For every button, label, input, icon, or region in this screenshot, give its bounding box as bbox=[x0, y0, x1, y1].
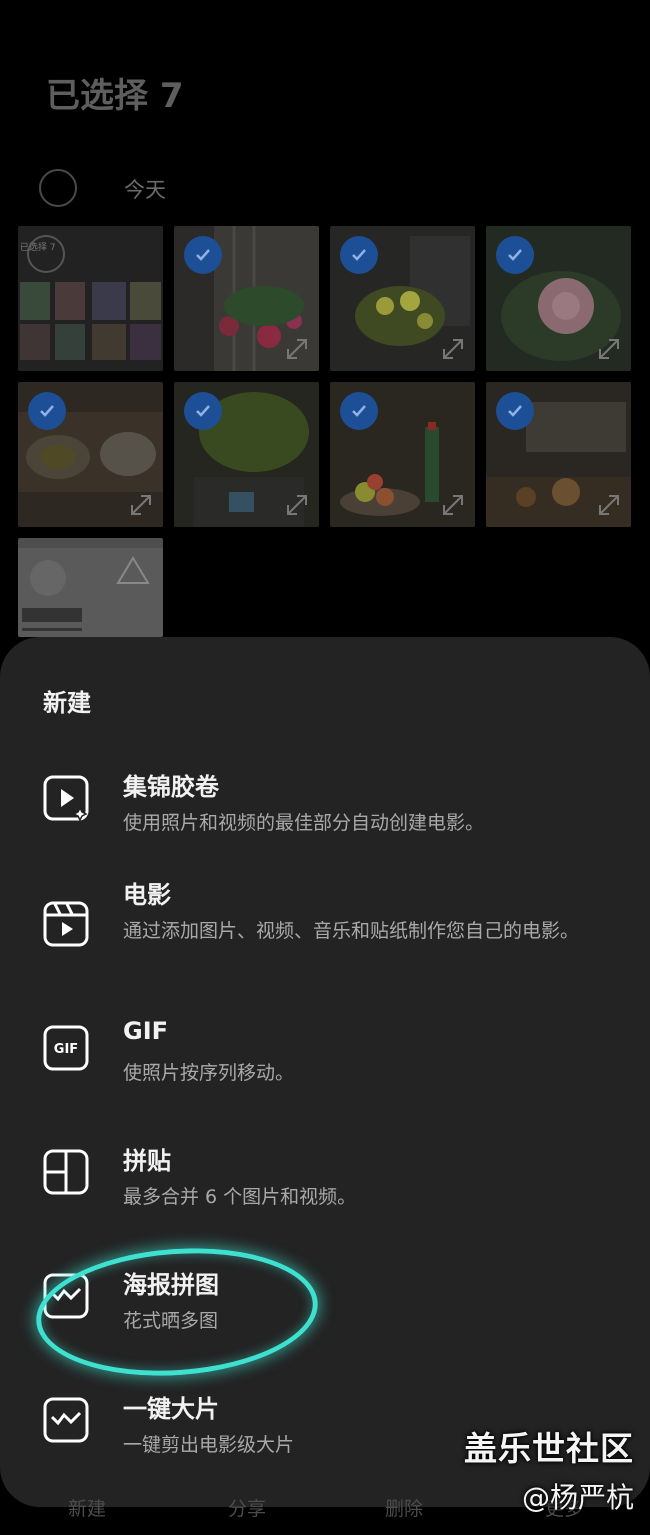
blockbuster-icon bbox=[43, 1397, 89, 1443]
nav-create[interactable]: 新建 bbox=[68, 1494, 106, 1521]
photo-thumbnail[interactable] bbox=[174, 226, 319, 371]
option-description: 通过添加图片、视频、音乐和贴纸制作您自己的电影。 bbox=[123, 920, 580, 942]
selected-check-icon[interactable] bbox=[184, 236, 222, 274]
selected-check-icon[interactable] bbox=[28, 392, 66, 430]
gif-icon-text: GIF bbox=[54, 1042, 78, 1057]
expand-icon[interactable] bbox=[129, 493, 153, 517]
nav-delete[interactable]: 删除 bbox=[385, 1494, 423, 1521]
nav-share[interactable]: 分享 bbox=[228, 1494, 266, 1521]
expand-icon[interactable] bbox=[597, 337, 621, 361]
page-title: 已选择 7 bbox=[46, 76, 184, 116]
option-title: 电影 bbox=[123, 881, 171, 909]
date-group-label: 今天 bbox=[124, 178, 166, 202]
expand-icon[interactable] bbox=[441, 493, 465, 517]
selected-check-icon[interactable] bbox=[340, 236, 378, 274]
option-movie[interactable]: 电影 通过添加图片、视频、音乐和贴纸制作您自己的电影。 bbox=[0, 875, 650, 985]
watermark-author: @杨严杭 bbox=[521, 1481, 634, 1514]
watermark-brand: 盖乐世社区 bbox=[464, 1429, 634, 1468]
photo-thumbnail[interactable]: 已选择 7 bbox=[18, 226, 163, 371]
expand-icon[interactable] bbox=[597, 493, 621, 517]
highlight-reel-icon bbox=[43, 775, 89, 821]
collage-icon bbox=[43, 1149, 89, 1195]
selected-check-icon[interactable] bbox=[496, 392, 534, 430]
thumb-overlay-text: 已选择 7 bbox=[20, 241, 56, 253]
selected-check-icon[interactable] bbox=[340, 392, 378, 430]
create-new-sheet: 新建 集锦胶卷 使用照片和视频的最佳部分自动创建电影。 电影 通过添加图片、视频… bbox=[0, 637, 650, 1507]
photo-thumbnail[interactable] bbox=[18, 382, 163, 527]
expand-icon[interactable] bbox=[285, 493, 309, 517]
gif-icon: GIF bbox=[43, 1025, 89, 1071]
option-title: 集锦胶卷 bbox=[123, 773, 219, 801]
selected-check-icon[interactable] bbox=[496, 236, 534, 274]
option-gif[interactable]: GIF GIF 使照片按序列移动。 bbox=[0, 1017, 650, 1097]
photo-thumbnail[interactable] bbox=[330, 382, 475, 527]
photo-thumbnail[interactable] bbox=[330, 226, 475, 371]
option-description: 使照片按序列移动。 bbox=[123, 1062, 295, 1084]
option-description: 使用照片和视频的最佳部分自动创建电影。 bbox=[123, 812, 485, 834]
option-title: GIF bbox=[123, 1017, 169, 1045]
select-all-checkbox[interactable] bbox=[39, 169, 77, 207]
option-highlight-reel[interactable]: 集锦胶卷 使用照片和视频的最佳部分自动创建电影。 bbox=[0, 767, 650, 847]
option-title: 拼贴 bbox=[123, 1147, 171, 1175]
photo-thumbnail[interactable] bbox=[18, 538, 163, 637]
watermark: 盖乐世社区 @杨严杭 bbox=[464, 1422, 634, 1516]
option-collage[interactable]: 拼贴 最多合并 6 个图片和视频。 bbox=[0, 1141, 650, 1221]
photo-thumbnail[interactable] bbox=[486, 226, 631, 371]
option-title: 一键大片 bbox=[123, 1395, 219, 1423]
expand-icon[interactable] bbox=[441, 337, 465, 361]
photo-thumbnail[interactable] bbox=[174, 382, 319, 527]
option-description: 最多合并 6 个图片和视频。 bbox=[123, 1186, 357, 1208]
selected-check-icon[interactable] bbox=[184, 392, 222, 430]
photo-thumbnail[interactable] bbox=[486, 382, 631, 527]
sheet-title: 新建 bbox=[43, 689, 91, 717]
expand-icon[interactable] bbox=[285, 337, 309, 361]
clapperboard-icon bbox=[43, 901, 89, 947]
